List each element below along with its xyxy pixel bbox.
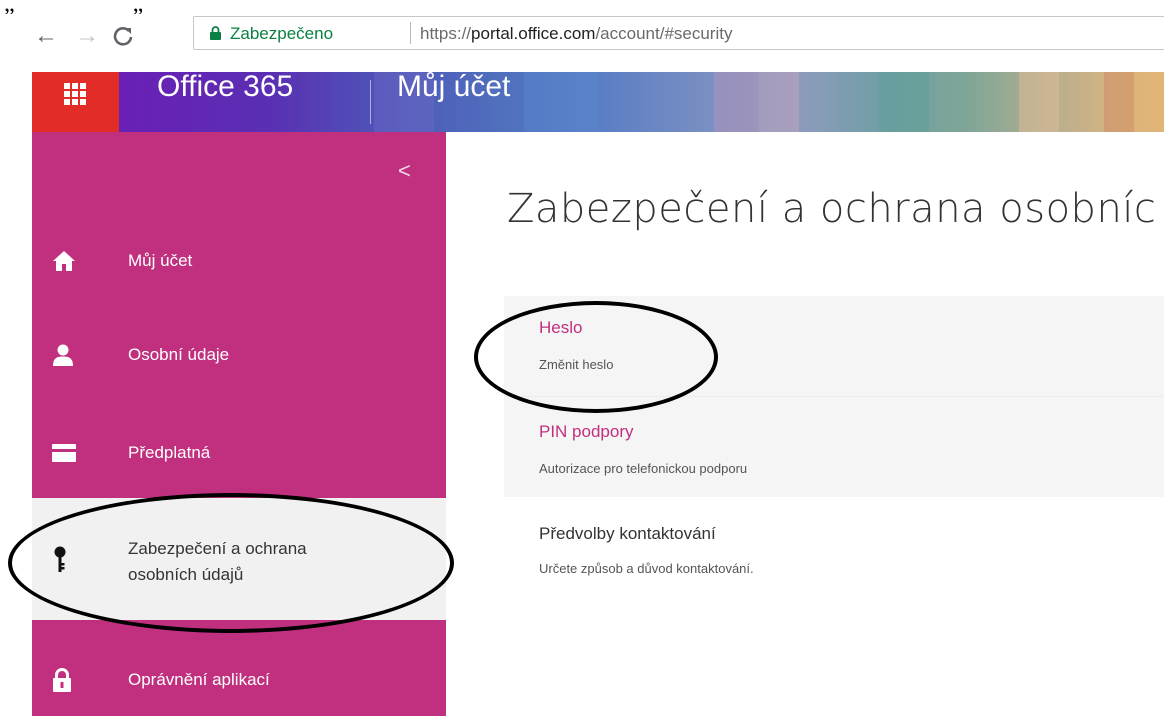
url-path: /account/#security: [595, 24, 733, 43]
waffle-icon: [64, 83, 86, 105]
nav-item-label: Oprávnění aplikací: [128, 670, 270, 689]
nav-item-label: Můj účet: [128, 251, 193, 270]
app-launcher-button[interactable]: [32, 72, 119, 132]
reload-icon[interactable]: [112, 24, 134, 51]
nav-item-my-account[interactable]: Můj účet: [32, 228, 446, 298]
nav-item-subscriptions[interactable]: Předplatná: [32, 418, 446, 488]
forward-arrow-icon[interactable]: →: [75, 24, 99, 48]
omnibox-separator: [410, 22, 411, 44]
nav-item-label: Předplatná: [128, 443, 211, 462]
url-host: portal.office.com: [471, 24, 596, 43]
person-icon: [53, 344, 73, 366]
home-icon: [53, 251, 75, 271]
password-link[interactable]: Heslo: [539, 318, 582, 338]
nav-item-label: Osobní údaje: [128, 345, 230, 364]
product-name[interactable]: Office 365: [157, 72, 293, 102]
row-subtitle: Určete způsob a důvod kontaktování.: [539, 561, 754, 576]
secure-label: Zabezpečeno: [230, 24, 334, 43]
support-pin-link[interactable]: PIN podpory: [539, 422, 634, 442]
nav-item-personal-info[interactable]: Osobní údaje: [32, 322, 446, 392]
page-title: Zabezpečení a ochrana osobníc: [507, 186, 1157, 232]
collapse-chevron-icon[interactable]: <: [398, 158, 411, 184]
security-settings-list: Heslo Změnit heslo PIN podpory Autorizac…: [504, 296, 1164, 602]
browser-toolbar: ← → Zabezpečeno https://portal.office.co…: [0, 14, 1164, 72]
header-divider: [370, 80, 371, 124]
key-icon: [54, 546, 66, 572]
list-item-password[interactable]: Heslo Změnit heslo: [504, 296, 1164, 396]
address-bar[interactable]: Zabezpečeno https://portal.office.com/ac…: [193, 16, 1164, 50]
suite-header: Office 365 Můj účet: [32, 72, 1164, 132]
nav-item-app-permissions[interactable]: Oprávnění aplikací: [32, 652, 446, 716]
list-item-contact-preferences[interactable]: Předvolby kontaktování Určete způsob a d…: [504, 498, 1164, 602]
row-subtitle: Změnit heslo: [539, 357, 614, 372]
url-text[interactable]: https://portal.office.com/account/#secur…: [420, 24, 732, 44]
nav-item-security[interactable]: Zabezpečení a ochrana osobních údajů: [32, 498, 446, 620]
left-navigation: < Můj účet Osobní údaje Předplatná Zabez…: [32, 132, 446, 716]
header-page-title: Můj účet: [397, 72, 511, 103]
lock-icon: [53, 668, 71, 692]
contact-preferences-link[interactable]: Předvolby kontaktování: [539, 524, 716, 544]
url-scheme: https://: [420, 24, 472, 43]
secure-lock-icon: [210, 26, 221, 40]
credit-card-icon: [52, 444, 76, 462]
nav-item-label-line2: osobních údajů: [128, 565, 244, 584]
nav-item-label-line1: Zabezpečení a ochrana: [128, 539, 307, 558]
row-subtitle: Autorizace pro telefonickou podporu: [539, 461, 748, 476]
list-item-support-pin[interactable]: PIN podpory Autorizace pro telefonickou …: [504, 397, 1164, 497]
back-arrow-icon[interactable]: ←: [34, 24, 58, 48]
